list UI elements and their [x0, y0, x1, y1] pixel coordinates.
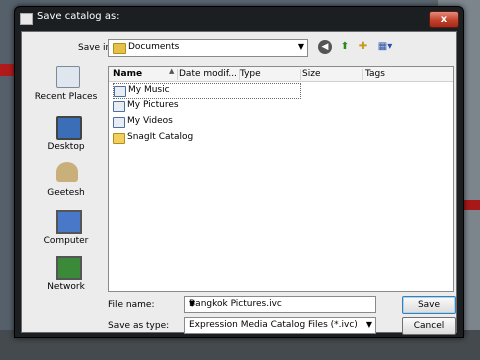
place-user[interactable]: Geetesh — [30, 162, 102, 208]
save-in-dropdown[interactable]: Documents ▼ — [108, 39, 308, 57]
back-arrow-icon[interactable]: ◀ — [318, 40, 332, 54]
dialog-title: Save catalog as: — [37, 11, 120, 22]
dialog-body: Save in: Documents ▼ ◀ ⬆ ✚ ▦▾ Recent Pla… — [21, 31, 457, 335]
file-name: My Music — [128, 85, 170, 95]
place-label: Geetesh — [47, 188, 85, 198]
pictures-folder-icon — [113, 101, 125, 112]
list-item[interactable]: My Music — [113, 83, 301, 99]
documents-folder-icon — [113, 43, 126, 54]
videos-folder-icon — [113, 117, 125, 128]
save-button[interactable]: Save — [402, 296, 456, 314]
close-button[interactable]: x — [429, 11, 459, 28]
column-type[interactable]: Type — [237, 69, 301, 80]
new-folder-icon[interactable]: ✚ — [356, 40, 370, 54]
column-header: Name ▲ Date modif... Type Size Tags — [109, 67, 453, 82]
up-folder-icon[interactable]: ⬆ — [338, 40, 352, 54]
place-label: Desktop — [47, 142, 85, 152]
places-bar: Recent Places Desktop Geetesh Computer N… — [30, 66, 102, 292]
dialog-icon — [20, 13, 33, 25]
column-size[interactable]: Size — [299, 69, 363, 80]
cancel-button[interactable]: Cancel — [402, 317, 456, 335]
save-as-type-value: Expression Media Catalog Files (*.ivc) — [189, 320, 358, 330]
title-bar[interactable]: Save catalog as: x — [15, 7, 463, 31]
chevron-down-icon[interactable]: ▼ — [189, 299, 372, 308]
save-as-type-dropdown[interactable]: Expression Media Catalog Files (*.ivc) ▼ — [184, 317, 376, 334]
list-item[interactable]: My Pictures — [113, 99, 303, 113]
place-recent-places[interactable]: Recent Places — [30, 66, 102, 112]
music-folder-icon — [114, 86, 126, 97]
list-item[interactable]: SnagIt Catalog — [113, 131, 303, 145]
place-label: Computer — [43, 236, 89, 246]
chevron-down-icon: ▼ — [365, 320, 372, 329]
file-name: SnagIt Catalog — [127, 132, 194, 142]
file-name-label: File name: — [108, 300, 155, 310]
folder-icon — [113, 133, 125, 144]
save-dialog: Save catalog as: x Save in: Documents ▼ … — [14, 6, 464, 338]
network-icon — [56, 256, 82, 280]
column-tags[interactable]: Tags — [361, 69, 445, 80]
place-network[interactable]: Network — [30, 256, 102, 302]
place-computer[interactable]: Computer — [30, 210, 102, 256]
file-name: My Pictures — [127, 100, 179, 110]
column-name[interactable]: Name — [109, 69, 178, 80]
user-folder-icon — [56, 162, 78, 182]
file-name-field[interactable]: Bangkok Pictures.ivc ▼ — [184, 296, 376, 313]
place-desktop[interactable]: Desktop — [30, 116, 102, 162]
place-label: Network — [47, 282, 85, 292]
desktop-icon — [56, 116, 82, 140]
chevron-down-icon: ▼ — [297, 42, 304, 51]
save-in-value: Documents — [128, 42, 180, 52]
recent-places-icon — [56, 66, 80, 88]
views-menu-icon[interactable]: ▦▾ — [374, 40, 396, 54]
column-date-modified[interactable]: Date modif... — [175, 69, 240, 80]
list-item[interactable]: My Videos — [113, 115, 303, 129]
save-as-type-label: Save as type: — [108, 321, 170, 331]
file-list[interactable]: Name ▲ Date modif... Type Size Tags My M… — [108, 66, 454, 292]
place-label: Recent Places — [34, 92, 98, 102]
sort-ascending-icon: ▲ — [169, 67, 175, 75]
file-name: My Videos — [127, 116, 173, 126]
computer-icon — [56, 210, 82, 234]
